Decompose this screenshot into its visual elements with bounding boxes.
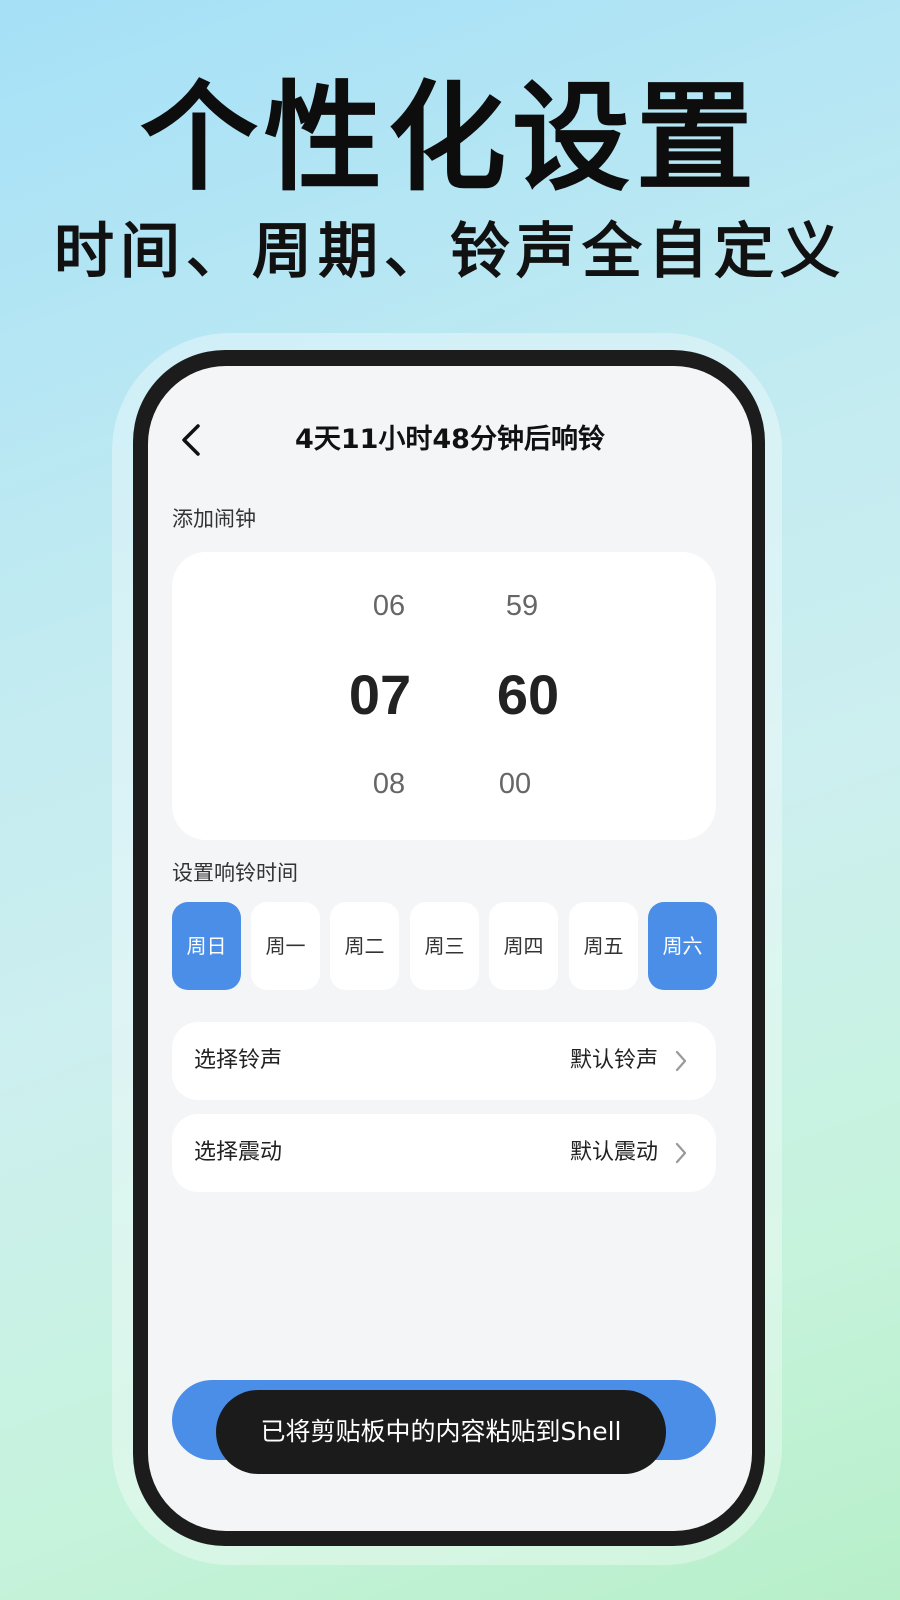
ringtone-value: 默认铃声 xyxy=(569,1048,658,1073)
day-wednesday[interactable]: 周三 xyxy=(410,902,479,990)
hour-next[interactable]: 08 xyxy=(329,768,449,801)
repeat-label: 设置响铃时间 xyxy=(172,861,298,885)
day-tuesday[interactable]: 周二 xyxy=(330,902,399,990)
promo-subheadline: 时间、周期、铃声全自定义 xyxy=(54,217,846,287)
minute-next[interactable]: 00 xyxy=(455,768,575,801)
chevron-right-icon xyxy=(675,1142,687,1164)
toast-message: 已将剪贴板中的内容粘贴到Shell xyxy=(216,1390,666,1474)
phone-screen: 4天11小时48分钟后响铃 添加闹钟 06 07 08 59 60 00 设置响… xyxy=(148,366,752,1531)
minute-selected[interactable]: 60 xyxy=(468,662,588,727)
vibration-label: 选择震动 xyxy=(194,1140,283,1165)
weekday-selector: 周日 周一 周二 周三 周四 周五 周六 xyxy=(172,902,718,990)
time-picker[interactable]: 06 07 08 59 60 00 xyxy=(172,552,716,840)
day-sunday[interactable]: 周日 xyxy=(172,902,241,990)
ringtone-row[interactable]: 选择铃声 默认铃声 xyxy=(172,1022,716,1100)
minute-prev[interactable]: 59 xyxy=(462,590,582,623)
vibration-value: 默认震动 xyxy=(569,1140,658,1165)
hour-selected[interactable]: 07 xyxy=(320,662,440,727)
vibration-row[interactable]: 选择震动 默认震动 xyxy=(172,1114,716,1192)
hour-prev[interactable]: 06 xyxy=(329,590,449,623)
chevron-left-icon[interactable] xyxy=(176,420,208,460)
day-saturday[interactable]: 周六 xyxy=(648,902,717,990)
promo-headline: 个性化设置 xyxy=(139,69,760,207)
day-friday[interactable]: 周五 xyxy=(569,902,638,990)
add-alarm-label: 添加闹钟 xyxy=(172,507,256,531)
day-monday[interactable]: 周一 xyxy=(251,902,320,990)
chevron-right-icon xyxy=(675,1050,687,1072)
page-title: 4天11小时48分钟后响铃 xyxy=(295,424,605,455)
day-thursday[interactable]: 周四 xyxy=(489,902,558,990)
ringtone-label: 选择铃声 xyxy=(194,1048,283,1073)
